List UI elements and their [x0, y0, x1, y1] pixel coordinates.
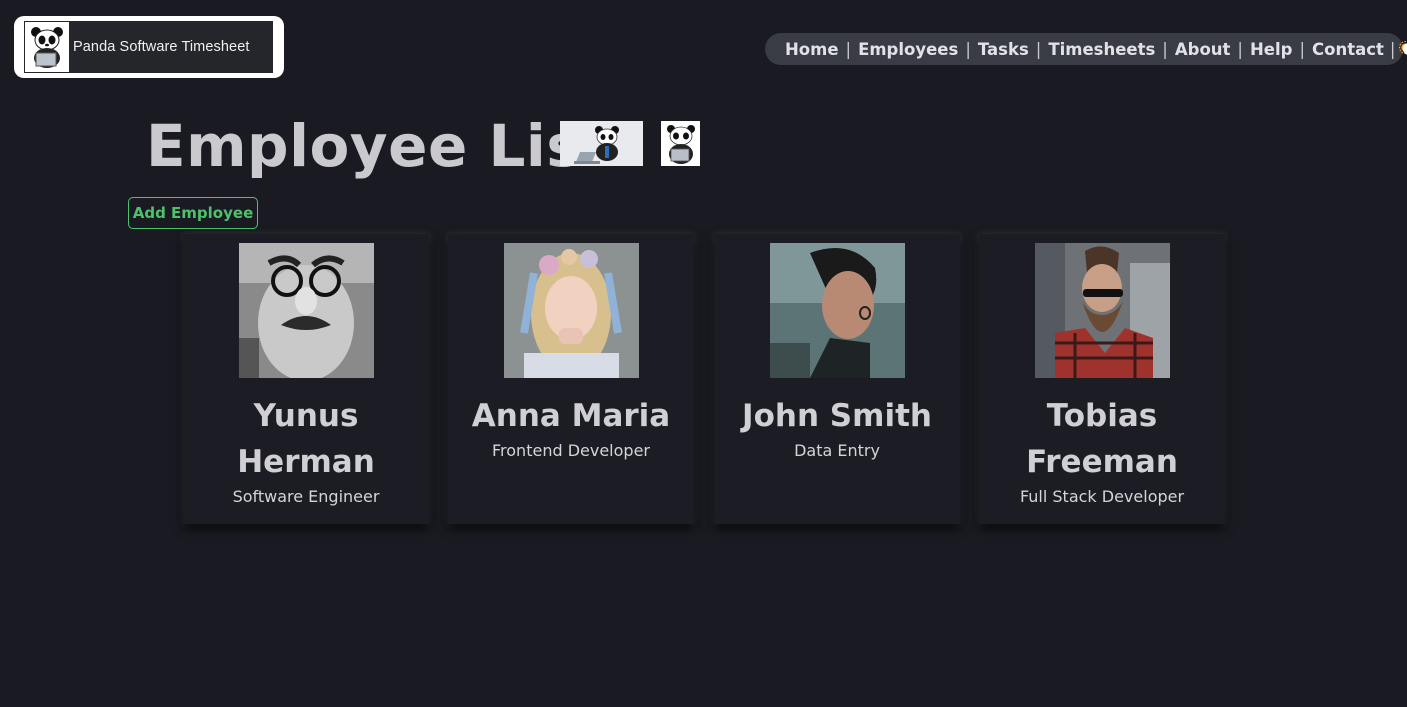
nav-about[interactable]: About	[1175, 40, 1231, 59]
employee-photo	[769, 243, 905, 378]
employee-card[interactable]: John Smith Data Entry	[714, 234, 960, 524]
nav-tasks[interactable]: Tasks	[978, 40, 1029, 59]
nav-separator: |	[1237, 39, 1243, 59]
employee-photo	[503, 243, 639, 378]
panda-reading-icon	[661, 121, 700, 166]
employee-card[interactable]: Yunus Herman Software Engineer	[183, 234, 429, 524]
employee-name: Yunus Herman	[237, 398, 375, 480]
logo[interactable]: Panda Software Timesheet	[14, 16, 284, 78]
add-employee-button[interactable]: Add Employee	[128, 197, 258, 229]
employee-photo	[1034, 243, 1170, 378]
nav-contact[interactable]: Contact	[1312, 40, 1384, 59]
panda-logo-icon	[25, 22, 69, 72]
nav-separator: |	[1299, 39, 1306, 59]
logo-title: Panda Software Timesheet	[73, 39, 250, 55]
nav-home[interactable]: Home	[785, 40, 839, 59]
main-nav: Home | Employees | Tasks | Timesheets | …	[765, 33, 1407, 65]
employee-photo	[238, 243, 374, 378]
nav-timesheets[interactable]: Timesheets	[1048, 40, 1155, 59]
panda-laptop-icon	[560, 121, 643, 166]
employee-role: Frontend Developer	[492, 441, 650, 460]
theme-toggle-knob	[1403, 43, 1407, 55]
nav-separator: |	[1389, 39, 1396, 59]
employee-name: Anna Maria	[471, 398, 671, 434]
employee-name: Tobias Freeman	[1026, 398, 1178, 480]
nav-separator: |	[965, 39, 971, 59]
nav-help[interactable]: Help	[1250, 40, 1292, 59]
nav-separator: |	[845, 39, 852, 59]
page-title: Employee List	[146, 112, 610, 180]
nav-employees[interactable]: Employees	[858, 40, 958, 59]
employee-role: Data Entry	[794, 441, 880, 460]
employee-role: Software Engineer	[232, 487, 380, 506]
employee-name: John Smith	[742, 398, 932, 434]
employee-card[interactable]: Anna Maria Frontend Developer	[448, 234, 694, 524]
logo-banner: Panda Software Timesheet	[24, 21, 273, 73]
employee-card[interactable]: Tobias Freeman Full Stack Developer	[979, 234, 1225, 524]
employee-role: Full Stack Developer	[1019, 487, 1185, 506]
nav-separator: |	[1035, 39, 1042, 59]
nav-separator: |	[1162, 39, 1168, 59]
